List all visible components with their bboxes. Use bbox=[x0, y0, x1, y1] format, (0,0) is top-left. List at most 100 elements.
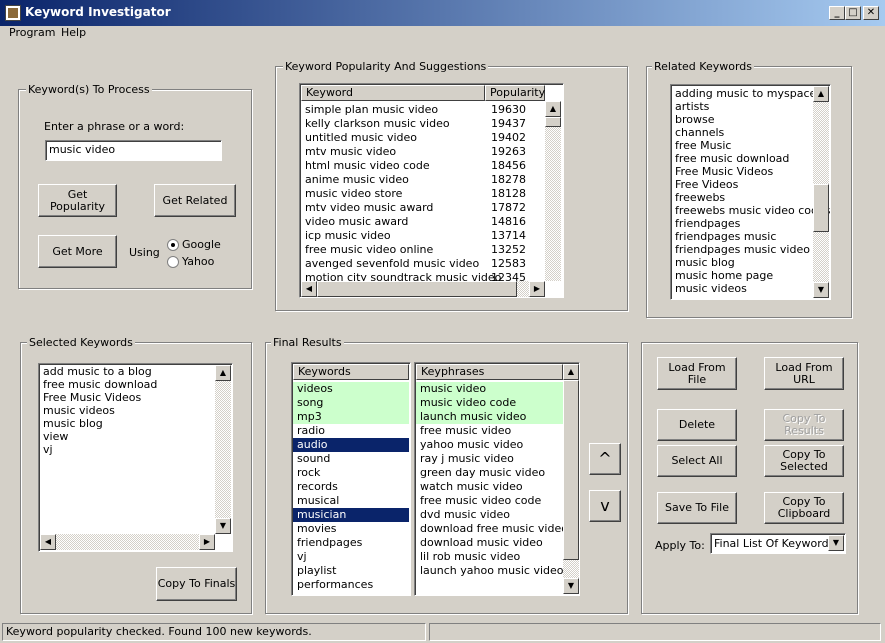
list-item[interactable]: music video bbox=[416, 382, 563, 396]
yahoo-label[interactable]: Yahoo bbox=[182, 255, 214, 268]
related-list[interactable]: adding music to myspace artists browse chan… bbox=[670, 84, 831, 300]
delete-button[interactable]: Delete bbox=[657, 409, 737, 441]
list-item[interactable]: lil rob music video bbox=[416, 550, 563, 564]
list-item[interactable]: music blog bbox=[671, 256, 815, 269]
list-item[interactable]: download music video bbox=[416, 536, 563, 550]
list-item[interactable]: vj bbox=[293, 550, 409, 564]
scroll-right-icon[interactable]: ▶ bbox=[199, 534, 215, 550]
copy-to-clipboard-button[interactable]: Copy To Clipboard bbox=[764, 492, 844, 524]
close-button[interactable]: ✕ bbox=[863, 6, 879, 20]
list-item[interactable]: videos bbox=[293, 382, 409, 396]
apply-to-select[interactable]: Final List Of Keywords ▼ bbox=[710, 533, 846, 554]
list-item[interactable]: channels bbox=[671, 126, 815, 139]
copy-to-finals-button[interactable]: Copy To Finals bbox=[156, 567, 237, 601]
list-item[interactable]: view bbox=[39, 430, 215, 443]
list-item[interactable]: launch yahoo music video bbox=[416, 564, 564, 578]
menu-program[interactable]: Program bbox=[9, 26, 55, 39]
selected-list[interactable]: add music to a blog free music download Fr… bbox=[38, 363, 233, 552]
list-item[interactable]: free music video code bbox=[416, 494, 563, 508]
popularity-list[interactable]: Keyword Popularity simple plan music vid… bbox=[299, 83, 564, 298]
keyphrases-vscroll[interactable]: ▲ ▼ bbox=[563, 364, 579, 594]
scroll-down-icon[interactable]: ▼ bbox=[813, 282, 829, 298]
list-item[interactable]: music home page bbox=[671, 269, 815, 282]
move-up-button[interactable]: ^ bbox=[589, 443, 621, 475]
scroll-up-icon[interactable]: ▲ bbox=[545, 101, 561, 117]
load-from-file-button[interactable]: Load From File bbox=[657, 357, 737, 390]
list-item[interactable]: musician bbox=[293, 508, 409, 522]
scroll-left-icon[interactable]: ◀ bbox=[40, 534, 56, 550]
move-down-button[interactable]: v bbox=[589, 490, 621, 522]
list-item[interactable]: friendpages music video bbox=[671, 243, 815, 256]
popularity-vscroll[interactable]: ▲ bbox=[545, 101, 561, 281]
list-item[interactable]: music video code bbox=[416, 396, 563, 410]
table-row[interactable]: mtv video music award 17872 bbox=[301, 201, 546, 215]
list-item[interactable]: ray j music video bbox=[416, 452, 563, 466]
list-item[interactable]: launch music video bbox=[416, 410, 563, 424]
list-item[interactable]: records bbox=[293, 480, 409, 494]
scroll-up-icon[interactable]: ▲ bbox=[813, 86, 829, 102]
list-item[interactable]: browse bbox=[671, 113, 815, 126]
get-more-button[interactable]: Get More bbox=[38, 235, 117, 268]
col-keyphrases-header[interactable]: Keyphrases bbox=[416, 364, 563, 380]
menu-help[interactable]: Help bbox=[61, 26, 86, 39]
list-item[interactable]: music videos bbox=[671, 282, 815, 295]
list-item[interactable]: free music download bbox=[39, 378, 215, 391]
scroll-thumb[interactable] bbox=[563, 380, 579, 560]
google-radio[interactable] bbox=[167, 239, 179, 251]
list-item[interactable]: Free Music Videos bbox=[671, 165, 815, 178]
table-row[interactable]: anime music video 18278 bbox=[301, 173, 546, 187]
table-row[interactable]: simple plan music video 19630 bbox=[301, 103, 546, 117]
list-item[interactable]: radio bbox=[293, 424, 409, 438]
scroll-up-icon[interactable]: ▲ bbox=[215, 365, 231, 381]
list-item[interactable]: performances bbox=[293, 578, 409, 592]
col-keywords-header[interactable]: Keywords bbox=[293, 364, 409, 380]
phrase-input[interactable]: music video bbox=[45, 140, 222, 161]
load-from-url-button[interactable]: Load From URL bbox=[764, 357, 844, 390]
yahoo-radio[interactable] bbox=[167, 256, 179, 268]
final-keywords-list[interactable]: Keywords videos song mp3 radio audio sound roc… bbox=[291, 362, 411, 596]
table-row[interactable]: video music award 14816 bbox=[301, 215, 546, 229]
get-related-button[interactable]: Get Related bbox=[154, 184, 236, 217]
popularity-hscroll[interactable]: ◀ ▶ bbox=[301, 281, 545, 297]
selected-vscroll[interactable]: ▲ ▼ bbox=[215, 365, 231, 534]
final-keyphrases-list[interactable]: Keyphrases music video music video code la… bbox=[414, 362, 580, 596]
list-item[interactable]: free music video bbox=[416, 424, 563, 438]
list-item[interactable]: free music download bbox=[671, 152, 815, 165]
scroll-thumb[interactable] bbox=[317, 281, 517, 297]
scroll-right-icon[interactable]: ▶ bbox=[529, 281, 545, 297]
minimize-button[interactable]: _ bbox=[829, 6, 845, 20]
table-row[interactable]: html music video code 18456 bbox=[301, 159, 546, 173]
table-row[interactable]: free music video online 13252 bbox=[301, 243, 546, 257]
list-item[interactable]: freewebs music video codes bbox=[671, 204, 830, 217]
list-item[interactable]: music videos bbox=[39, 404, 215, 417]
list-item[interactable]: add music to a blog bbox=[39, 365, 215, 378]
google-label[interactable]: Google bbox=[182, 238, 221, 251]
col-popularity-header[interactable]: Popularity bbox=[485, 85, 545, 101]
table-row[interactable]: icp music video 13714 bbox=[301, 229, 546, 243]
scroll-up-icon[interactable]: ▲ bbox=[563, 364, 579, 380]
save-to-file-button[interactable]: Save To File bbox=[657, 492, 737, 524]
list-item[interactable]: yahoo music video bbox=[416, 438, 563, 452]
table-row[interactable]: music video store 18128 bbox=[301, 187, 546, 201]
related-vscroll[interactable]: ▲ ▼ bbox=[813, 86, 829, 298]
list-item[interactable]: watch music video bbox=[416, 480, 563, 494]
list-item[interactable]: green day music video bbox=[416, 466, 563, 480]
title-bar[interactable]: Keyword Investigator _ □ ✕ bbox=[0, 0, 885, 26]
table-row[interactable]: untitled music video 19402 bbox=[301, 131, 546, 145]
scroll-thumb[interactable] bbox=[545, 117, 561, 127]
maximize-button[interactable]: □ bbox=[845, 6, 861, 20]
list-item[interactable]: movies bbox=[293, 522, 409, 536]
scroll-down-icon[interactable]: ▼ bbox=[563, 578, 579, 594]
list-item[interactable]: audio bbox=[293, 438, 409, 452]
list-item[interactable]: song bbox=[293, 396, 409, 410]
select-all-button[interactable]: Select All bbox=[657, 445, 737, 477]
table-row[interactable]: mtv music video 19263 bbox=[301, 145, 546, 159]
list-item[interactable]: free Music bbox=[671, 139, 815, 152]
table-row[interactable]: kelly clarkson music video 19437 bbox=[301, 117, 546, 131]
list-item[interactable]: musical bbox=[293, 494, 409, 508]
list-item[interactable]: sound bbox=[293, 452, 409, 466]
list-item[interactable]: rock bbox=[293, 466, 409, 480]
list-item[interactable]: artists bbox=[671, 100, 815, 113]
list-item[interactable]: dvd music video bbox=[416, 508, 563, 522]
list-item[interactable]: freewebs bbox=[671, 191, 815, 204]
